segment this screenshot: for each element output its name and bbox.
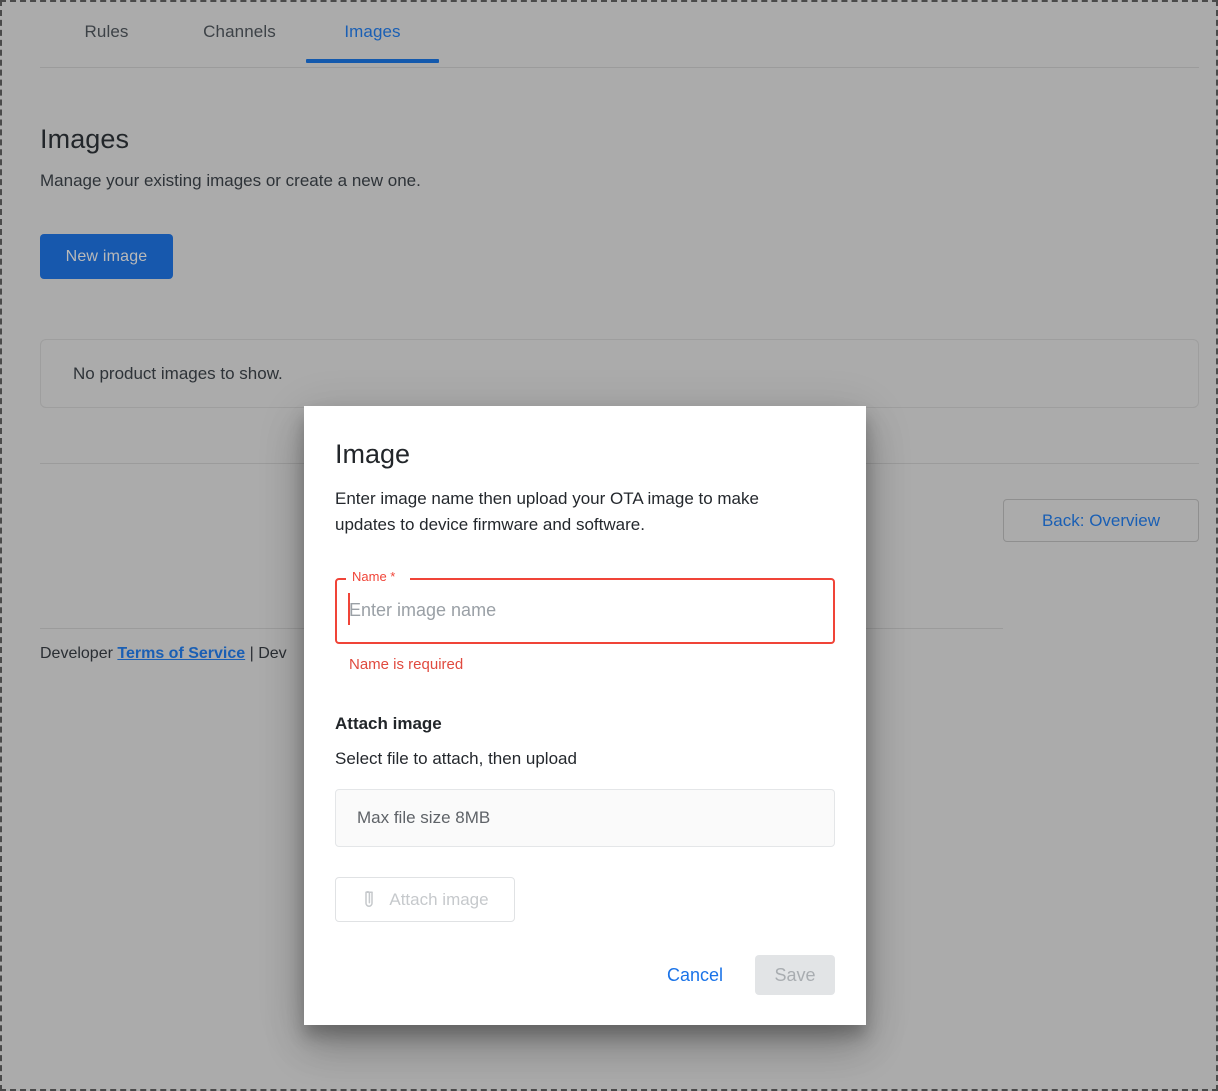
image-dialog: Image Enter image name then upload your … xyxy=(304,406,866,1025)
attach-image-subtext: Select file to attach, then upload xyxy=(335,749,577,768)
attach-image-button[interactable]: Attach image xyxy=(335,877,515,922)
cancel-button[interactable]: Cancel xyxy=(655,955,735,995)
name-field-label: Name * xyxy=(352,569,396,584)
attach-image-heading: Attach image xyxy=(335,714,442,733)
name-error-message: Name is required xyxy=(349,656,464,673)
attach-image-button-label: Attach image xyxy=(389,889,489,909)
name-field: Name * xyxy=(335,569,835,644)
paperclip-icon xyxy=(361,890,377,910)
save-button: Save xyxy=(755,955,835,995)
name-input[interactable] xyxy=(337,580,833,640)
dialog-title: Image xyxy=(335,439,411,469)
dialog-description: Enter image name then upload your OTA im… xyxy=(335,489,759,534)
file-name-placeholder: Max file size 8MB xyxy=(357,808,491,827)
file-name-display: Max file size 8MB xyxy=(335,789,835,847)
